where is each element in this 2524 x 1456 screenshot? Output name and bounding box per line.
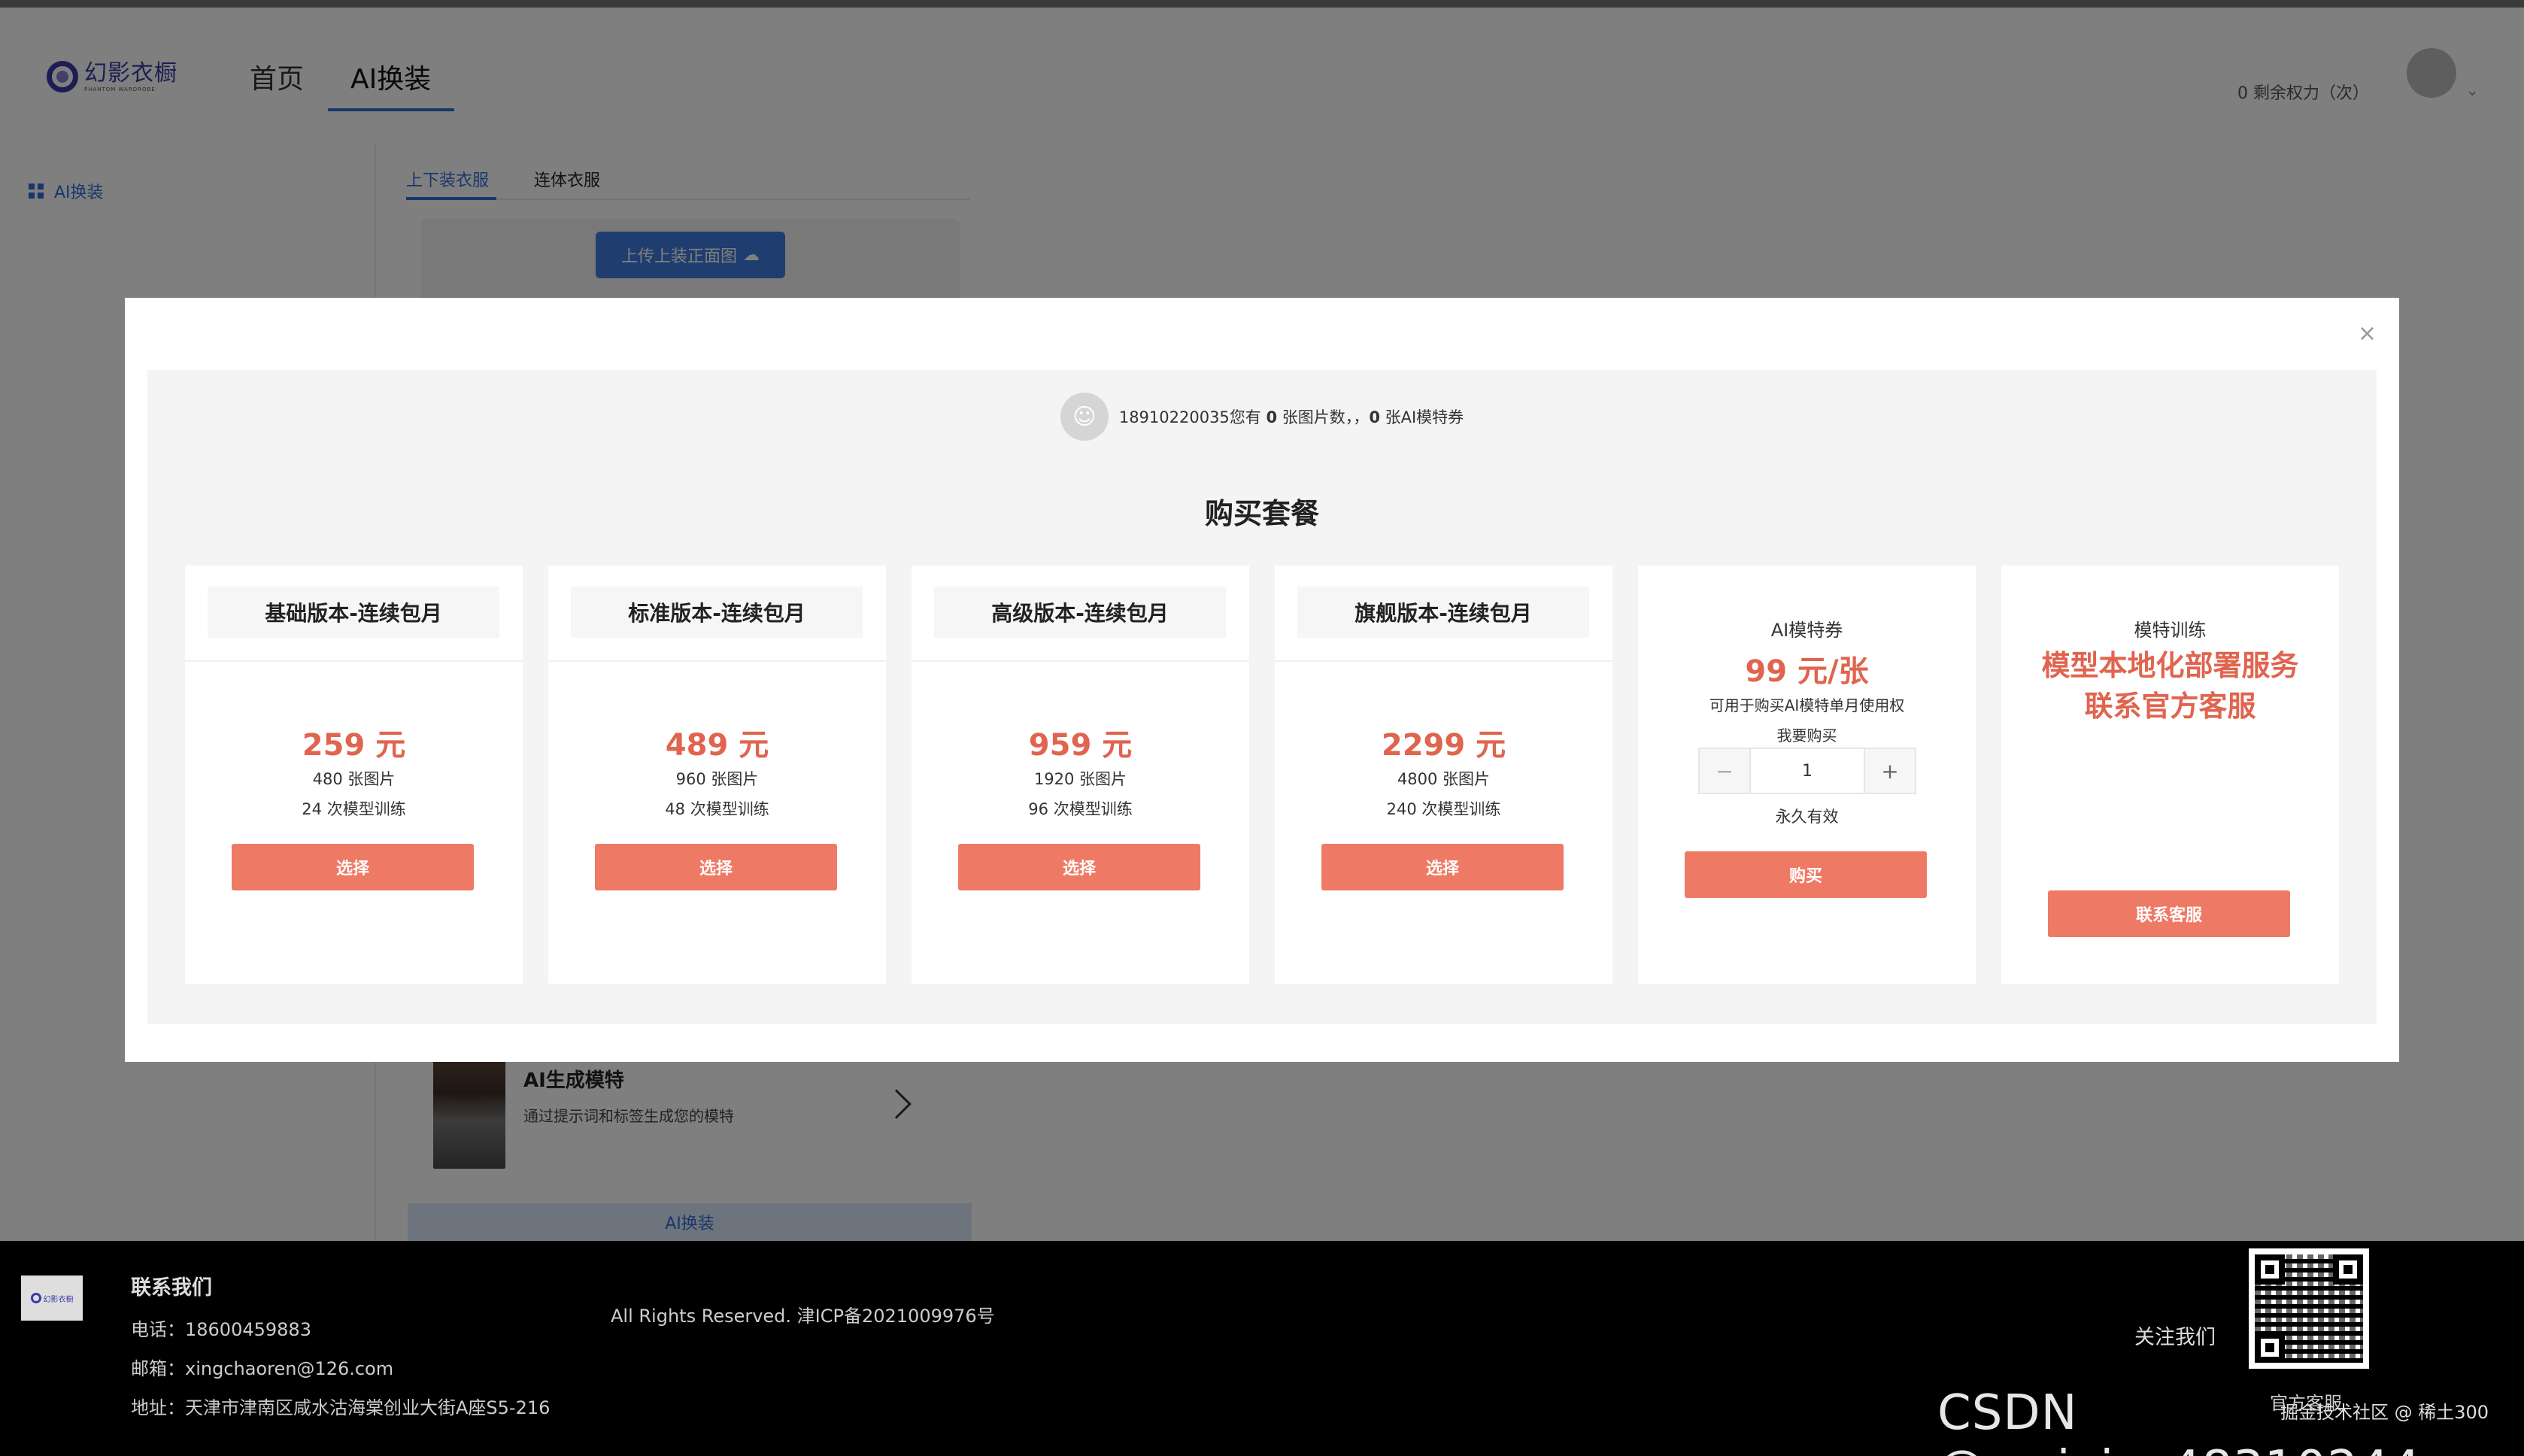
training-name: 模特训练 (2134, 620, 2207, 641)
footer-follow: 关注我们 (2134, 1326, 2216, 1349)
footer-address: 地址：天津市津南区咸水沽海棠创业大街A座S5-216 (131, 1397, 551, 1418)
plan-price: 259 元 (302, 728, 406, 763)
plus-icon[interactable]: + (1865, 749, 1915, 793)
select-advanced-button[interactable]: 选择 (958, 844, 1200, 890)
plan-trainings: 48 次模型训练 (665, 800, 769, 818)
buy-button[interactable]: 购买 (1685, 851, 1927, 898)
plan-price: 489 元 (665, 728, 769, 763)
training-highlight: 模型本地化部署服务 联系官方客服 (2041, 649, 2299, 723)
plan-card-advanced: 高级版本-连续包月 959 元 1920 张图片 96 次模型训练 选择 (912, 566, 1249, 984)
coupon-count: 0 (1369, 408, 1380, 426)
minus-icon[interactable]: − (1700, 749, 1749, 793)
plan-name: 旗舰版本-连续包月 (1297, 587, 1589, 638)
modal-body: ☺ 18910220035您有 0 张图片数，，0 张AI模特券 购买套餐 基础… (147, 370, 2377, 1024)
coupon-validity: 永久有效 (1775, 808, 1839, 826)
select-standard-button[interactable]: 选择 (595, 844, 837, 890)
coupon-card: AI模特券 99 元/张 可用于购买AI模特单月使用权 我要购买 − 1 + 永… (1638, 566, 1976, 984)
logo-mark-icon (30, 1293, 41, 1303)
coupon-name: AI模特券 (1770, 620, 1843, 641)
footer-title: 联系我们 (131, 1276, 212, 1300)
footer-logo: 幻影衣橱 (21, 1276, 83, 1321)
plan-trainings: 24 次模型训练 (302, 800, 406, 818)
plan-images: 4800 张图片 (1397, 770, 1491, 788)
plan-trainings: 96 次模型训练 (1028, 800, 1133, 818)
user-phone: 18910220035 (1118, 408, 1230, 426)
coupon-want-label: 我要购买 (1776, 726, 1837, 745)
qr-code (2249, 1248, 2369, 1369)
quantity-stepper: − 1 + (1698, 748, 1916, 794)
plan-price: 959 元 (1028, 728, 1133, 763)
close-icon[interactable]: × (2358, 320, 2377, 347)
footer-rights: All Rights Reserved. 津ICP备2021009976号 (611, 1306, 995, 1327)
plan-images: 960 张图片 (675, 770, 759, 788)
plan-images: 480 张图片 (312, 770, 396, 788)
modal-title: 购买套餐 (1204, 497, 1319, 530)
footer-email: 邮箱：xingchaoren@126.com (131, 1358, 394, 1379)
picture-count: 0 (1266, 408, 1278, 426)
plan-card-flagship: 旗舰版本-连续包月 2299 元 4800 张图片 240 次模型训练 选择 (1275, 566, 1612, 984)
plan-name: 标准版本-连续包月 (571, 587, 863, 638)
plan-price: 2299 元 (1381, 728, 1506, 763)
contact-service-button[interactable]: 联系客服 (2048, 890, 2290, 937)
quantity-input[interactable]: 1 (1749, 749, 1865, 793)
plan-name: 基础版本-连续包月 (208, 587, 499, 638)
user-balance-line: ☺ 18910220035您有 0 张图片数，，0 张AI模特券 (147, 393, 2377, 441)
browser-top-strip (0, 0, 2524, 8)
plan-trainings: 240 次模型训练 (1386, 800, 1501, 818)
user-avatar-icon: ☺ (1060, 393, 1109, 441)
page: 幻影衣橱 PHANTOM WARDROBE 首页 AI换装 0 剩余权力（次） … (0, 0, 2524, 1456)
plan-card-standard: 标准版本-连续包月 489 元 960 张图片 48 次模型训练 选择 (548, 566, 886, 984)
plan-card-basic: 基础版本-连续包月 259 元 480 张图片 24 次模型训练 选择 (185, 566, 523, 984)
purchase-modal: × ☺ 18910220035您有 0 张图片数，，0 张AI模特券 购买套餐 … (125, 298, 2399, 1062)
plan-cards: 基础版本-连续包月 259 元 480 张图片 24 次模型训练 选择 标准版本… (185, 566, 2339, 984)
watermark: CSDN @weixin_48310244 (1937, 1385, 2420, 1456)
plan-name: 高级版本-连续包月 (934, 587, 1226, 638)
select-flagship-button[interactable]: 选择 (1321, 844, 1564, 890)
select-basic-button[interactable]: 选择 (232, 844, 474, 890)
footer-phone: 电话：18600459883 (131, 1319, 311, 1340)
footer: 幻影衣橱 联系我们 电话：18600459883 邮箱：xingchaoren@… (0, 1241, 2524, 1456)
coupon-desc: 可用于购买AI模特单月使用权 (1709, 696, 1905, 714)
training-card: 模特训练 模型本地化部署服务 联系官方客服 联系客服 (2001, 566, 2339, 984)
plan-images: 1920 张图片 (1033, 770, 1127, 788)
coupon-price: 99 元/张 (1745, 654, 1869, 689)
